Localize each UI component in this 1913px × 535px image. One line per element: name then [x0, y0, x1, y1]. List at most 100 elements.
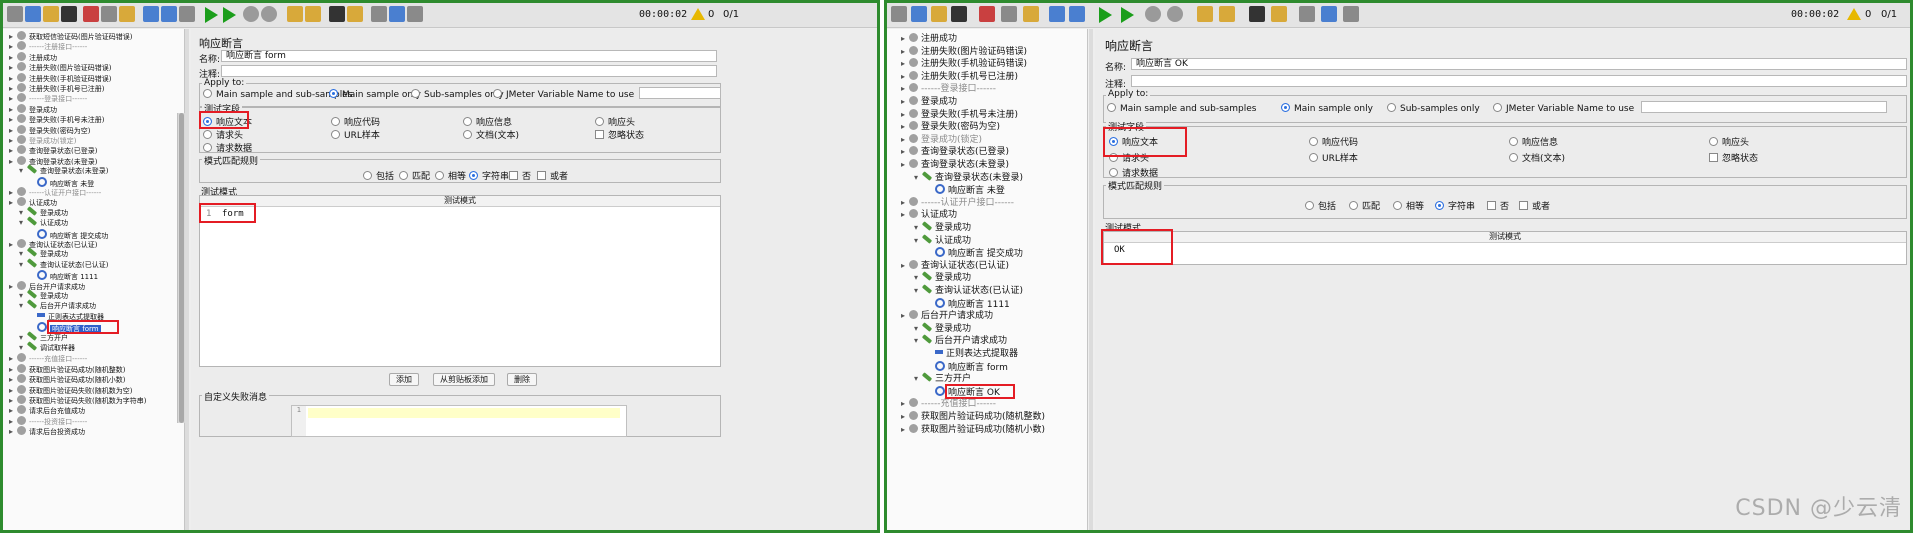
field-response-message[interactable]: 响应信息: [1509, 135, 1558, 148]
expand-toggle-icon[interactable]: ▸: [901, 121, 909, 134]
comment-field[interactable]: [1131, 75, 1907, 87]
field-response-headers[interactable]: 响应头: [1709, 135, 1749, 148]
field-url-sample[interactable]: URL样本: [331, 128, 380, 141]
save-icon[interactable]: [61, 6, 77, 22]
tree-node[interactable]: ▸ ------投资接口------: [9, 415, 87, 426]
tree-node[interactable]: ▸ 查询登录状态(已登录): [901, 146, 1009, 159]
expand-toggle-icon[interactable]: ▾: [19, 249, 27, 259]
warning-icon[interactable]: [691, 8, 705, 20]
expand-toggle-icon[interactable]: ▾: [914, 373, 922, 386]
tree-node[interactable]: 响应断言 1111: [29, 270, 98, 281]
expand-toggle-icon[interactable]: ▸: [901, 83, 909, 96]
tree-node[interactable]: ▸ 查询登录状态(未登录): [901, 159, 1009, 172]
open-icon[interactable]: [43, 6, 59, 22]
start-no-pause-icon[interactable]: [1121, 7, 1134, 23]
rule-contains[interactable]: 包括: [363, 169, 394, 182]
apply-jmeter-variable[interactable]: JMeter Variable Name to use: [1493, 103, 1634, 114]
apply-jmeter-variable[interactable]: JMeter Variable Name to use: [493, 89, 634, 100]
apply-main-only[interactable]: Main sample only: [1281, 103, 1373, 114]
tree-node[interactable]: 正则表达式提取器: [927, 348, 1018, 361]
collapse-icon[interactable]: [1069, 6, 1085, 22]
expand-toggle-icon[interactable]: ▸: [901, 398, 909, 411]
tree-node[interactable]: ▸ 注册失败(图片验证码错误): [9, 62, 111, 72]
tree-node[interactable]: ▸ 查询认证状态(已认证): [901, 259, 1009, 273]
tree-node[interactable]: ▸ 请求后台充值成功: [9, 405, 85, 415]
tree-node[interactable]: ▾ 查询登录状态(未登录): [914, 170, 1023, 185]
rule-or[interactable]: 或者: [537, 169, 568, 182]
rule-equals[interactable]: 相等: [435, 169, 466, 182]
tree-node[interactable]: ▸ 注册成功: [901, 33, 957, 46]
name-field[interactable]: 响应断言 OK: [1131, 58, 1907, 70]
tree-node[interactable]: ▸ 获取图片验证码失败(随机数为字符串): [9, 395, 146, 405]
jmeter-variable-field[interactable]: [639, 87, 721, 99]
expand-toggle-icon[interactable]: ▸: [901, 96, 909, 109]
expand-toggle-icon[interactable]: ▸: [901, 411, 909, 424]
tree-node[interactable]: ▾ 登录成功: [914, 271, 971, 285]
paste-icon[interactable]: [119, 6, 135, 22]
splitter[interactable]: [185, 29, 189, 530]
tree-node[interactable]: ▸ 查询登录状态(已登录): [9, 145, 97, 155]
expand-toggle-icon[interactable]: ▾: [19, 291, 27, 301]
tree-node[interactable]: ▸ 登录成功(锁定): [9, 135, 76, 145]
expand-toggle-icon[interactable]: ▸: [901, 134, 909, 147]
tree-node[interactable]: ▸ 登录失败(手机号未注册): [901, 108, 1018, 122]
tree-node[interactable]: ▸ 获取图片验证码成功(随机整数): [9, 363, 125, 374]
tree-node[interactable]: ▸ 查询认证状态(已认证): [9, 239, 97, 249]
expand-toggle-icon[interactable]: ▸: [901, 310, 909, 323]
cut-icon[interactable]: [979, 6, 995, 22]
tree-node[interactable]: ▾ 认证成功: [19, 216, 68, 228]
apply-sub-only[interactable]: Sub-samples only: [411, 89, 504, 100]
tree-node[interactable]: 响应断言 未登: [29, 176, 94, 188]
expand-toggle-icon[interactable]: ▸: [901, 146, 909, 159]
apply-main-and-sub[interactable]: Main sample and sub-samples: [1107, 103, 1257, 114]
field-response-code[interactable]: 响应代码: [331, 115, 380, 128]
tree-node[interactable]: ▾ 三方开户: [19, 330, 68, 343]
expand-toggle-icon[interactable]: ▸: [9, 282, 17, 292]
add-button[interactable]: 添加: [389, 373, 419, 386]
field-request-headers[interactable]: 请求头: [203, 128, 243, 141]
function-helper-icon[interactable]: [1299, 6, 1315, 22]
remote-icon[interactable]: [1343, 6, 1359, 22]
tree-node[interactable]: ▾ 认证成功: [914, 233, 971, 248]
delete-button[interactable]: 删除: [507, 373, 537, 386]
new-icon[interactable]: [7, 6, 23, 22]
expand-toggle-icon[interactable]: ▸: [9, 157, 17, 167]
expand-toggle-icon[interactable]: ▸: [901, 58, 909, 71]
expand-toggle-icon[interactable]: ▾: [19, 218, 27, 228]
expand-toggle-icon[interactable]: ▾: [914, 335, 922, 348]
tree-node[interactable]: ▾ 登录成功: [914, 322, 971, 336]
rule-matches[interactable]: 匹配: [399, 169, 430, 182]
paste-icon[interactable]: [1023, 6, 1039, 22]
expand-toggle-icon[interactable]: ▸: [9, 427, 17, 437]
templates-icon[interactable]: [911, 6, 927, 22]
expand-toggle-icon[interactable]: ▸: [901, 33, 909, 46]
start-icon[interactable]: [1099, 7, 1112, 23]
rule-matches[interactable]: 匹配: [1349, 199, 1380, 212]
field-request-data[interactable]: 请求数据: [1109, 166, 1158, 179]
expand-toggle-icon[interactable]: ▸: [901, 209, 909, 222]
stop-icon[interactable]: [243, 6, 259, 22]
reset-search-icon[interactable]: [347, 6, 363, 22]
expand-toggle-icon[interactable]: ▸: [901, 46, 909, 59]
help-icon[interactable]: [389, 6, 405, 22]
field-url-sample[interactable]: URL样本: [1309, 151, 1358, 164]
expand-toggle-icon[interactable]: ▸: [901, 424, 909, 437]
rule-not[interactable]: 否: [1487, 199, 1509, 212]
expand-toggle-icon[interactable]: ▾: [19, 301, 27, 311]
custom-fail-editor[interactable]: 1: [291, 405, 627, 437]
tree-node[interactable]: ▾ 登录成功: [914, 221, 971, 235]
help-icon[interactable]: [1321, 6, 1337, 22]
remote-icon[interactable]: [407, 6, 423, 22]
tree-node[interactable]: ▸ 获取图片验证码成功(随机整数): [901, 411, 1045, 424]
tree-node[interactable]: 响应断言 1111: [927, 297, 1010, 311]
tree-node[interactable]: ▸ 登录成功(锁定): [901, 133, 982, 147]
tree-node[interactable]: ▾ 查询认证状态(已认证): [914, 284, 1023, 298]
field-request-data[interactable]: 请求数据: [203, 141, 252, 154]
new-icon[interactable]: [891, 6, 907, 22]
field-document[interactable]: 文档(文本): [1509, 151, 1565, 164]
reset-search-icon[interactable]: [1271, 6, 1287, 22]
expand-toggle-icon[interactable]: ▾: [19, 208, 27, 218]
jmeter-variable-field[interactable]: [1641, 101, 1887, 113]
tree-node[interactable]: ▸ 注册失败(图片验证码错误): [901, 45, 1027, 59]
tree-node[interactable]: ▾ 后台开户请求成功: [914, 334, 1007, 348]
